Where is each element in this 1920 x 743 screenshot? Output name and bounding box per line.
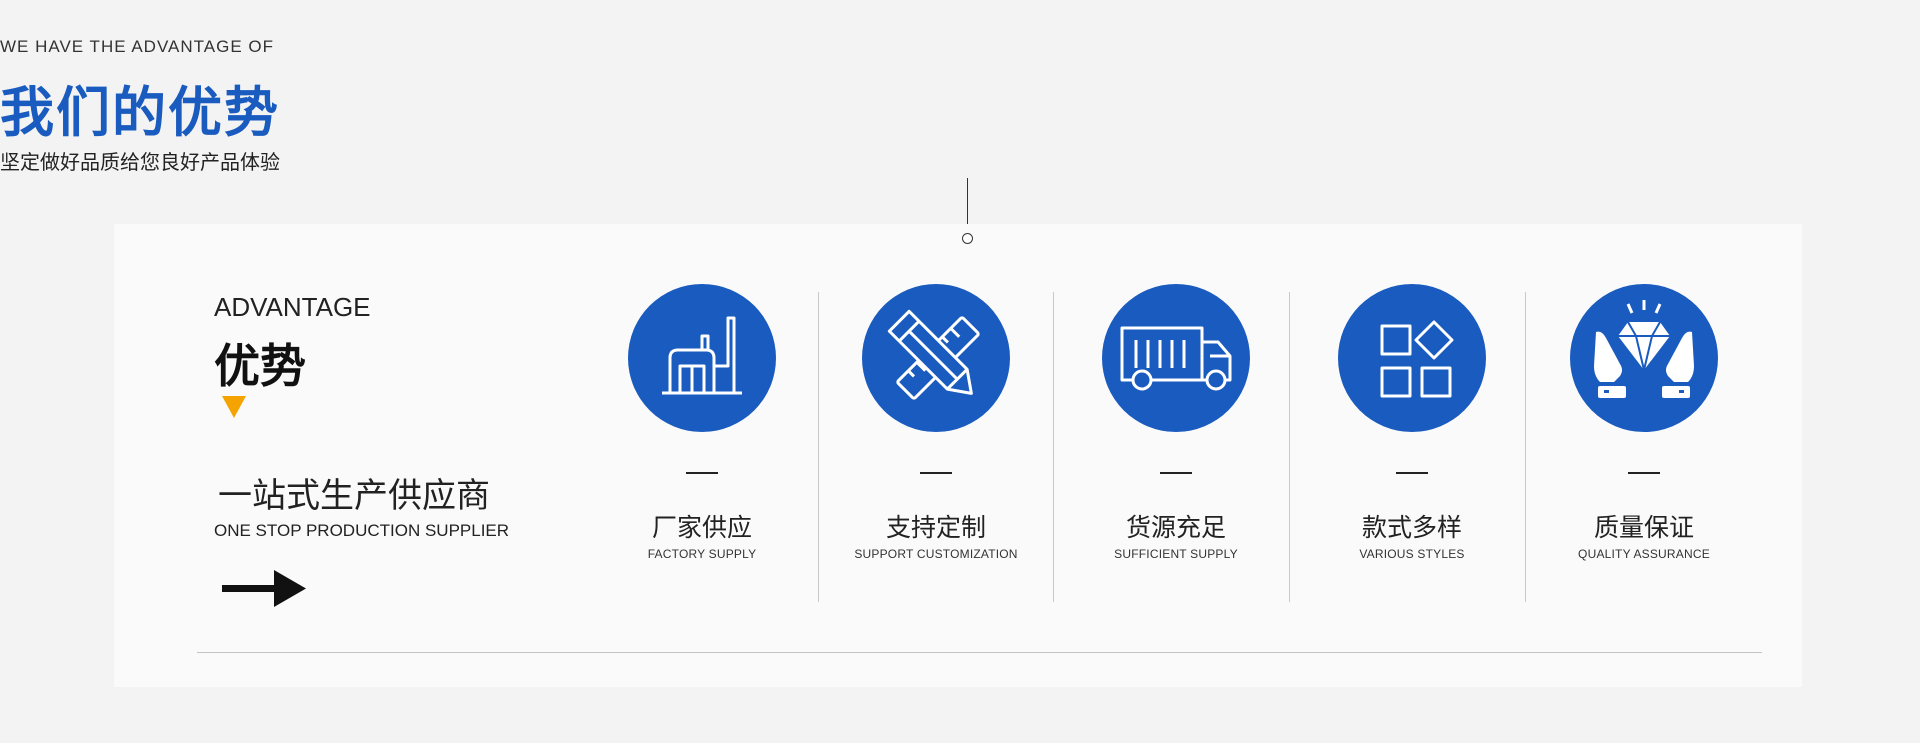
feature-title-en: VARIOUS STYLES [1359, 547, 1465, 561]
feature-icon-circle [1570, 284, 1718, 432]
feature-divider [686, 472, 718, 474]
feature-support-customization: 支持定制 SUPPORT CUSTOMIZATION [818, 284, 1054, 604]
feature-divider [1160, 472, 1192, 474]
triangle-down-icon [222, 396, 246, 418]
shapes-grid-icon [1380, 320, 1454, 398]
feature-sufficient-supply: 货源充足 SUFFICIENT SUPPLY [1058, 284, 1294, 604]
feature-title-cn: 厂家供应 [651, 514, 752, 542]
slogan-cn: 一站式生产供应商 [218, 477, 490, 515]
truck-icon [1120, 326, 1232, 391]
intro-label-en: ADVANTAGE [214, 292, 371, 322]
pencil-ruler-icon [887, 309, 980, 400]
factory-icon [662, 316, 742, 395]
arrow-right-icon[interactable] [222, 569, 306, 614]
column-separator [1289, 292, 1290, 602]
feature-icon-circle [628, 284, 776, 432]
feature-icon-circle [862, 284, 1010, 432]
page-subtitle: 坚定做好品质给您良好产品体验 [0, 152, 280, 174]
bottom-divider [197, 652, 1762, 653]
page-title: 我们的优势 [0, 83, 280, 143]
slogan-en: ONE STOP PRODUCTION SUPPLIER [214, 521, 510, 540]
feature-divider [1628, 472, 1660, 474]
feature-title-en: QUALITY ASSURANCE [1578, 547, 1710, 561]
feature-title-cn: 支持定制 [885, 514, 986, 542]
feature-divider [920, 472, 952, 474]
feature-icon-circle [1338, 284, 1486, 432]
feature-quality-assurance: 质量保证 QUALITY ASSURANCE [1526, 284, 1762, 604]
feature-factory-supply: 厂家供应 FACTORY SUPPLY [584, 284, 820, 604]
feature-various-styles: 款式多样 VARIOUS STYLES [1294, 284, 1530, 604]
column-separator [1053, 292, 1054, 602]
connector-dot [962, 233, 973, 244]
intro-label-cn: 优势 [214, 340, 306, 392]
feature-title-cn: 货源充足 [1125, 514, 1226, 542]
feature-title-cn: 款式多样 [1361, 514, 1462, 542]
feature-divider [1396, 472, 1428, 474]
feature-title-cn: 质量保证 [1593, 514, 1694, 542]
feature-title-en: SUPPORT CUSTOMIZATION [854, 547, 1018, 561]
diamond-hands-icon [1594, 300, 1694, 398]
eyebrow-text: WE HAVE THE ADVANTAGE OF [0, 37, 275, 56]
feature-title-en: SUFFICIENT SUPPLY [1114, 547, 1238, 561]
feature-title-en: FACTORY SUPPLY [647, 547, 757, 561]
feature-icon-circle [1102, 284, 1250, 432]
